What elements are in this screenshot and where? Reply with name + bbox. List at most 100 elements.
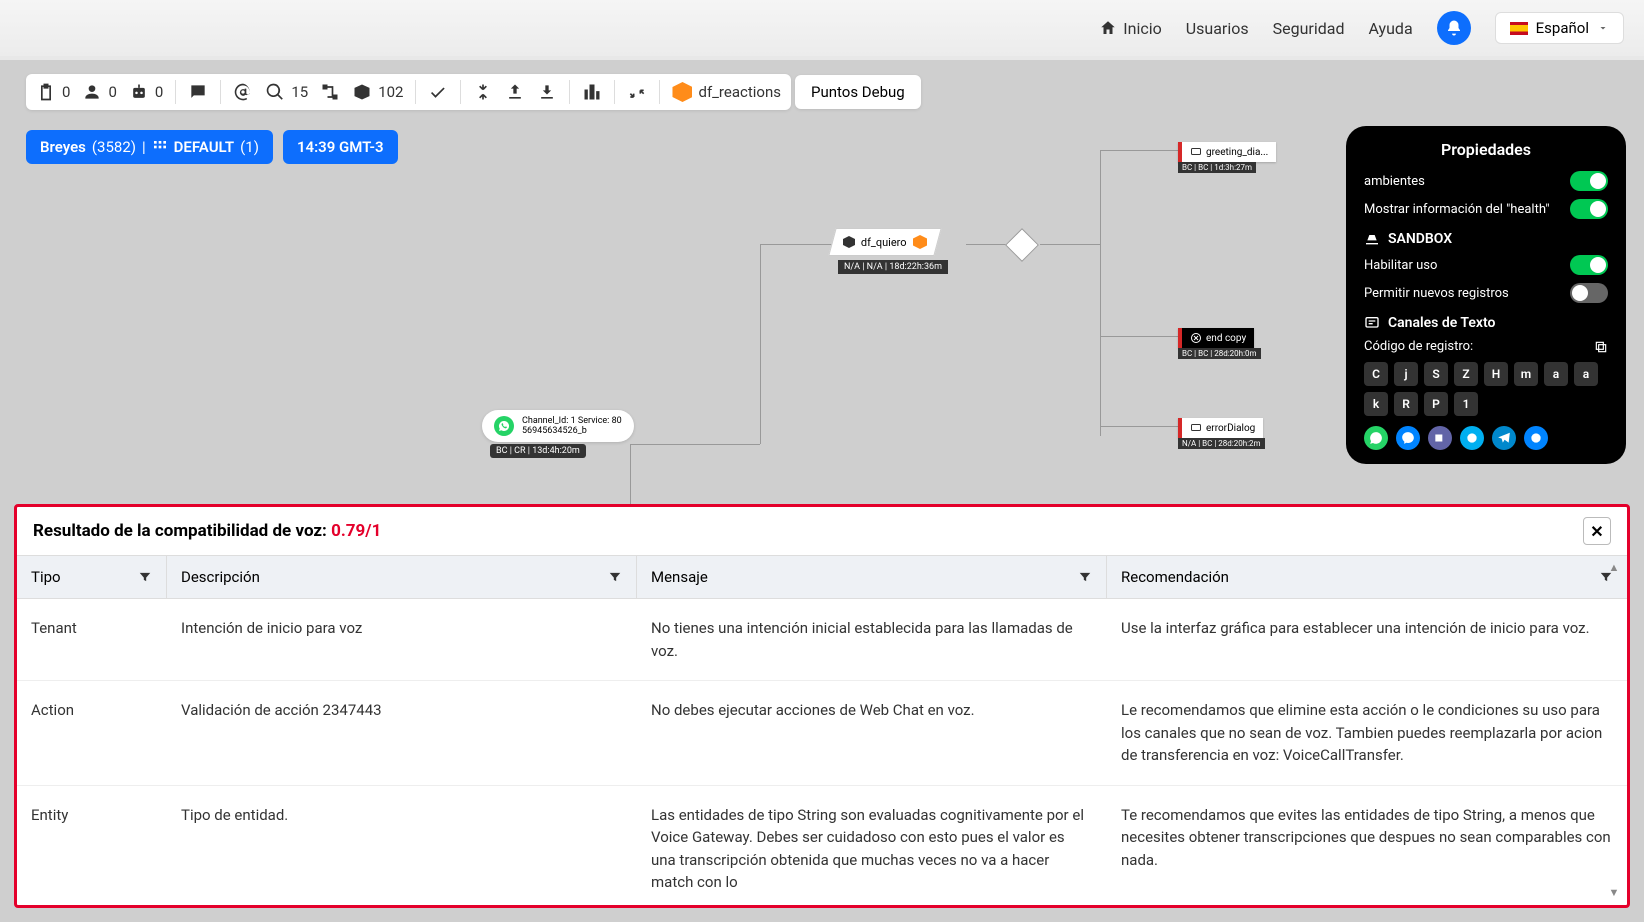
nav-home-label: Inicio <box>1123 19 1161 38</box>
download-icon <box>537 82 557 102</box>
whatsapp-channel-icon[interactable] <box>1364 426 1388 450</box>
filter-icon[interactable] <box>608 570 622 584</box>
teams-channel-icon[interactable] <box>1428 426 1452 450</box>
flow-node-df-quiero[interactable]: df_quiero <box>828 228 941 256</box>
decision-node[interactable] <box>1005 228 1039 262</box>
code-chip: a <box>1574 362 1598 386</box>
tool-bot[interactable]: 0 <box>129 82 163 102</box>
tool-at[interactable] <box>233 82 253 102</box>
notifications-button[interactable] <box>1437 11 1471 45</box>
user-badge[interactable]: Breyes (3582) | DEFAULT (1) <box>26 130 273 164</box>
nav-security[interactable]: Seguridad <box>1273 19 1345 38</box>
tool-city[interactable] <box>582 82 602 102</box>
channel-icons <box>1364 426 1608 450</box>
default-badge-label: DEFAULT <box>174 138 234 156</box>
col-tipo: Tipo <box>17 556 167 598</box>
node-meta: N/A | N/A | 18d:22h:36m <box>838 260 948 274</box>
filter-icon[interactable] <box>138 570 152 584</box>
chat-icon <box>188 82 208 102</box>
code-label: Código de registro: <box>1364 339 1588 354</box>
connector-line <box>630 444 631 504</box>
code-chip: k <box>1364 392 1388 416</box>
box-icon <box>352 82 372 102</box>
skype-channel-icon[interactable] <box>1460 426 1484 450</box>
wa-node-text: Channel_Id: 1 Service: 80 56945634526_b <box>522 416 622 436</box>
table-cell: Use la interfaz gráfica para establecer … <box>1107 599 1627 680</box>
scroll-up-icon[interactable]: ▲ <box>1609 561 1620 574</box>
separator <box>415 80 416 104</box>
code-chip: m <box>1514 362 1538 386</box>
copy-icon[interactable] <box>1594 340 1608 354</box>
table-body: TenantIntención de inicio para vozNo tie… <box>17 599 1627 905</box>
tool-user[interactable]: 0 <box>82 82 116 102</box>
tool-chat[interactable] <box>188 82 208 102</box>
user-count: 0 <box>108 83 116 101</box>
nav-users[interactable]: Usuarios <box>1186 19 1249 38</box>
table-cell: Las entidades de tipo String son evaluad… <box>637 786 1107 906</box>
toggle-allow-new[interactable] <box>1570 283 1608 303</box>
table-cell: Intención de inicio para voz <box>167 599 637 680</box>
messenger-channel-icon[interactable] <box>1396 426 1420 450</box>
separator <box>220 80 221 104</box>
flow-icon <box>320 82 340 102</box>
connector-line <box>760 244 832 245</box>
language-selector[interactable]: Español <box>1495 12 1624 44</box>
whatsapp-node[interactable]: Channel_Id: 1 Service: 80 56945634526_b <box>482 410 634 442</box>
flag-es-icon <box>1510 22 1528 35</box>
channels-label: Canales de Texto <box>1388 315 1495 331</box>
table-cell: Action <box>17 681 167 785</box>
separator <box>614 80 615 104</box>
code-chip: C <box>1364 362 1388 386</box>
connector-line <box>760 244 761 444</box>
tool-box[interactable]: 102 <box>352 82 403 102</box>
connector-line <box>966 244 1006 245</box>
col-mensaje: Mensaje <box>637 556 1107 598</box>
tool-reaction[interactable]: df_reactions <box>672 82 781 102</box>
result-header: Resultado de la compatibilidad de voz: 0… <box>17 507 1627 555</box>
telegram-channel-icon[interactable] <box>1492 426 1516 450</box>
table-cell: No debes ejecutar acciones de Web Chat e… <box>637 681 1107 785</box>
user-badge-name: Breyes <box>40 138 86 156</box>
flow-node-greeting[interactable]: greeting_dia... <box>1178 142 1276 162</box>
table-row: ActionValidación de acción 2347443No deb… <box>17 681 1627 786</box>
node-label: end copy <box>1206 333 1246 344</box>
nav-help[interactable]: Ayuda <box>1368 19 1412 38</box>
toggle-ambientes[interactable] <box>1570 171 1608 191</box>
filter-icon[interactable] <box>1078 570 1092 584</box>
tool-clipboard[interactable]: 0 <box>36 82 70 102</box>
node-meta: BC | BC | 1d:3h:27m <box>1178 162 1256 173</box>
nav-home[interactable]: Inicio <box>1099 19 1161 38</box>
connector-line <box>1100 150 1101 436</box>
toggle-health[interactable] <box>1570 199 1608 219</box>
time-badge: 14:39 GMT-3 <box>283 130 398 164</box>
tool-flow[interactable] <box>320 82 340 102</box>
connector-line <box>1040 244 1100 245</box>
tool-collapse[interactable] <box>627 82 647 102</box>
messenger2-channel-icon[interactable] <box>1524 426 1548 450</box>
clipboard-count: 0 <box>62 83 70 101</box>
tool-check[interactable] <box>428 82 448 102</box>
chat-icon <box>1190 146 1202 158</box>
at-icon <box>233 82 253 102</box>
properties-panel: Propiedades ambientes Mostrar informació… <box>1346 126 1626 464</box>
home-icon <box>1099 19 1117 37</box>
debug-points-button[interactable]: Puntos Debug <box>795 75 921 109</box>
flow-node-end-copy[interactable]: end copy <box>1178 328 1254 348</box>
chevron-down-icon <box>1597 22 1609 34</box>
tool-download[interactable] <box>537 82 557 102</box>
table-cell: Le recomendamos que elimine esta acción … <box>1107 681 1627 785</box>
tool-route[interactable] <box>473 82 493 102</box>
scroll-down-icon[interactable]: ▼ <box>1609 886 1620 899</box>
table-cell: Tenant <box>17 599 167 680</box>
toggle-enable[interactable] <box>1570 255 1608 275</box>
close-result-button[interactable]: ✕ <box>1583 517 1611 545</box>
props-title: Propiedades <box>1364 140 1608 159</box>
node-label: errorDialog <box>1206 423 1255 434</box>
tool-search[interactable]: 15 <box>265 82 308 102</box>
grid-icon <box>152 139 168 155</box>
tool-upload[interactable] <box>505 82 525 102</box>
code-chip: R <box>1394 392 1418 416</box>
table-header: Tipo Descripción Mensaje Recomendación <box>17 555 1627 599</box>
whatsapp-icon <box>494 416 514 436</box>
flow-node-error[interactable]: errorDialog <box>1178 418 1263 438</box>
